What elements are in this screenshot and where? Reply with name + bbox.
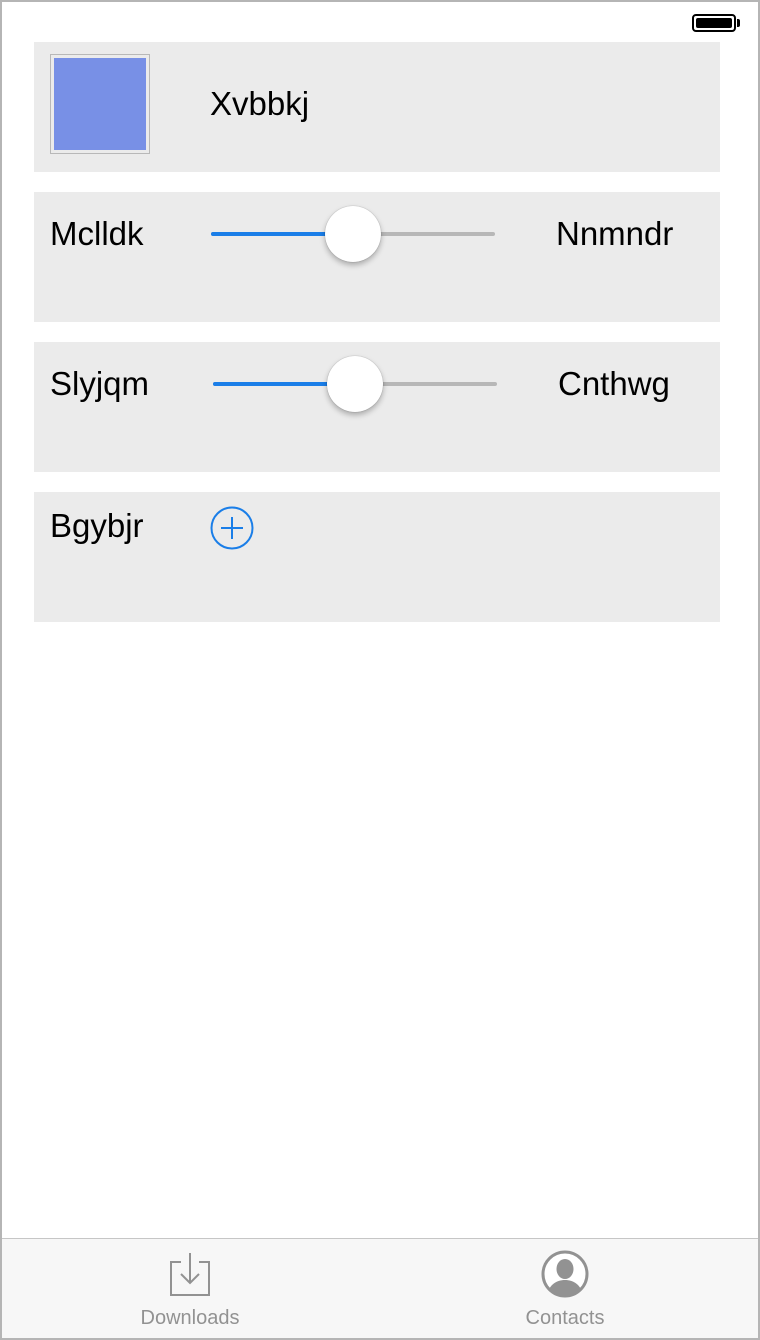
add-button[interactable]	[210, 506, 254, 550]
tab-downloads-label: Downloads	[140, 1307, 240, 1329]
tab-contacts-label: Contacts	[525, 1307, 605, 1329]
slider-2[interactable]	[213, 354, 497, 414]
slider-card-1: Mclldk Nnmndr	[34, 192, 720, 322]
slider-1-max-label: Nnmndr	[556, 215, 674, 252]
status-bar	[2, 2, 758, 42]
color-card: Xvbbkj	[34, 42, 720, 172]
color-swatch-button[interactable]	[50, 54, 150, 154]
tab-contacts[interactable]: Contacts	[415, 1239, 715, 1338]
slider-2-max-label: Cnthwg	[558, 365, 670, 402]
plus-circle-icon	[210, 506, 254, 550]
battery-icon	[692, 14, 736, 32]
add-card: Bgybjr	[34, 492, 720, 622]
battery-tip	[737, 19, 740, 27]
tab-downloads[interactable]: Downloads	[40, 1239, 340, 1338]
slider-1[interactable]	[211, 204, 495, 264]
contact-avatar-icon	[541, 1250, 589, 1298]
slider-thumb[interactable]	[327, 356, 383, 412]
color-swatch	[54, 58, 146, 150]
slider-card-2: Slyjqm Cnthwg	[34, 342, 720, 472]
add-card-label: Bgybjr	[50, 507, 144, 544]
slider-thumb[interactable]	[325, 206, 381, 262]
slider-2-min-label: Slyjqm	[50, 365, 150, 402]
download-tray-icon	[170, 1253, 210, 1296]
tab-bar: Downloads Contacts	[2, 1238, 758, 1338]
slider-1-min-label: Mclldk	[50, 215, 144, 252]
color-card-label: Xvbbkj	[210, 85, 310, 122]
app-screen: Xvbbkj Mclldk Nnmndr Slyjqm Cnthwg Bgybj…	[0, 0, 760, 1340]
